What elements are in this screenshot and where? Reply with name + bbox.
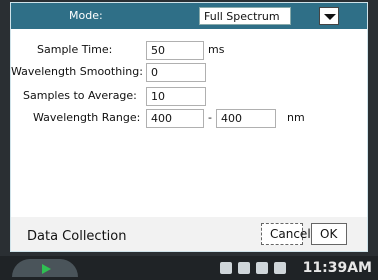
network-icon[interactable]: [256, 262, 268, 274]
start-icon: [42, 264, 51, 274]
sample-time-row: Sample Time: 50 ms: [11, 41, 367, 61]
wavelength-range-label: Wavelength Range:: [33, 111, 141, 124]
clock: 11:39AM: [302, 260, 372, 276]
mode-row: Mode: Full Spectrum: [11, 3, 367, 29]
cancel-button[interactable]: Cancel: [261, 223, 311, 245]
keyboard-icon[interactable]: [238, 262, 250, 274]
ok-button[interactable]: OK: [311, 223, 347, 245]
mode-select[interactable]: Full Spectrum: [199, 7, 291, 25]
home-icon[interactable]: [220, 262, 232, 274]
start-button[interactable]: [12, 259, 78, 277]
mode-dropdown-button[interactable]: [319, 7, 339, 25]
wavelength-range-separator: -: [208, 111, 212, 124]
data-collection-dialog: Mode: Full Spectrum Sample Time: 50 ms W…: [10, 2, 368, 252]
samples-to-average-row: Samples to Average: 10: [11, 87, 367, 107]
taskbar: 11:39AM: [0, 256, 378, 280]
wavelength-max-input[interactable]: 400: [216, 109, 276, 128]
wavelength-range-units: nm: [287, 111, 305, 124]
sample-time-units: ms: [208, 43, 225, 56]
wavelength-smoothing-row: Wavelength Smoothing: 0: [11, 63, 367, 83]
dialog-footer: Data Collection Cancel OK: [11, 217, 367, 251]
samples-to-average-input[interactable]: 10: [146, 87, 206, 106]
wavelength-min-input[interactable]: 400: [146, 109, 204, 128]
sample-time-label: Sample Time:: [37, 43, 113, 56]
samples-to-average-label: Samples to Average:: [23, 89, 137, 102]
sample-time-input[interactable]: 50: [146, 41, 204, 60]
wavelength-smoothing-input[interactable]: 0: [146, 63, 206, 82]
mode-label: Mode:: [69, 9, 103, 22]
dropdown-icon: [324, 14, 336, 20]
volume-muted-icon[interactable]: [274, 262, 286, 274]
wavelength-smoothing-label: Wavelength Smoothing:: [11, 65, 143, 78]
footer-title: Data Collection: [27, 229, 127, 244]
settings-panel: Mode: Full Spectrum Sample Time: 50 ms W…: [11, 3, 367, 218]
wavelength-range-row: Wavelength Range: 400 - 400 nm: [11, 109, 367, 129]
